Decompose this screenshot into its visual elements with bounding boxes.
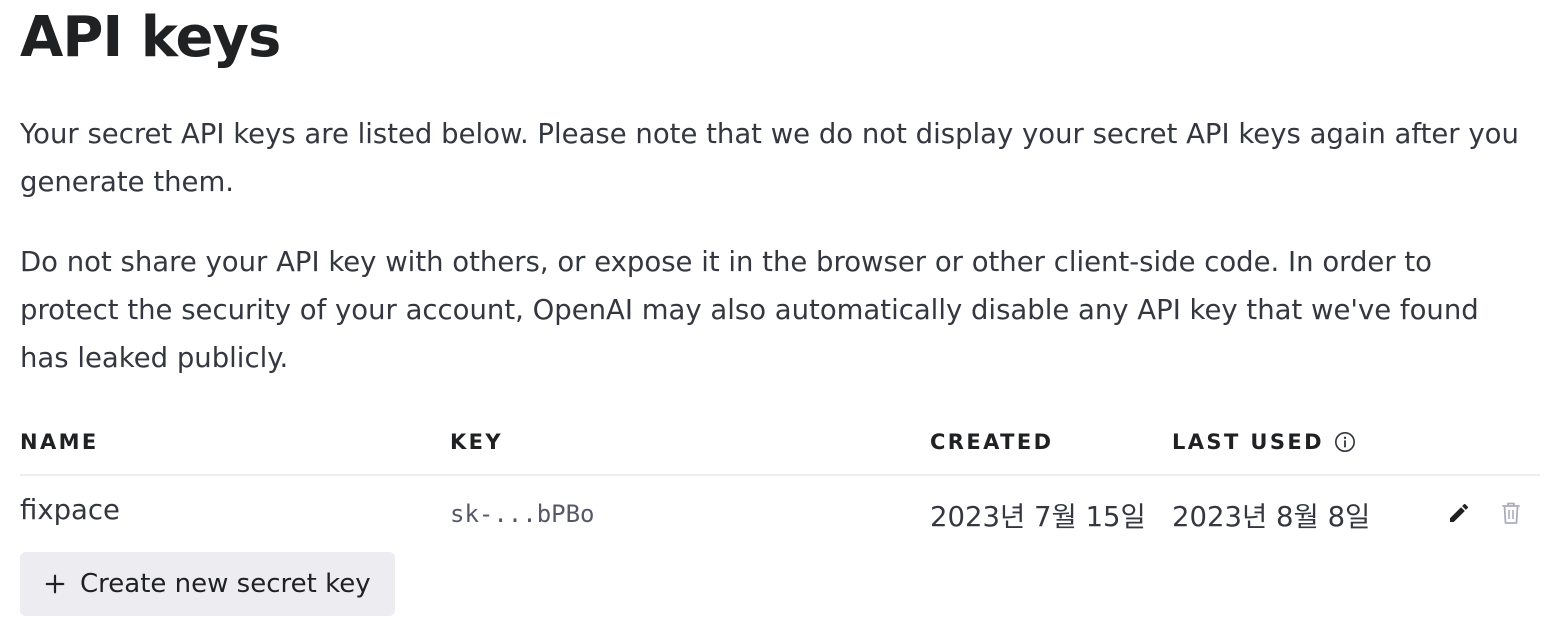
create-new-secret-key-button[interactable]: Create new secret key [20,552,395,616]
key-name: fixpace [20,494,120,526]
column-header-name: NAME [20,430,99,454]
key-last-used-date: 2023년 8월 8일 [1172,501,1371,533]
create-new-secret-key-label: Create new secret key [80,569,371,599]
edit-key-button[interactable] [1446,500,1472,526]
api-keys-table: NAME KEY CREATED LAST USED fixpace sk-..… [20,420,1540,552]
row-actions [1446,500,1524,526]
pencil-icon [1450,503,1469,522]
column-header-created: CREATED [930,430,1054,454]
delete-key-button[interactable] [1498,500,1524,526]
column-header-key: KEY [450,430,504,454]
key-value: sk-...bPBo [450,500,595,528]
table-row: fixpace sk-...bPBo 2023년 7월 15일 2023년 8월… [20,476,1540,552]
column-header-last-used: LAST USED [1172,430,1356,454]
key-created-date: 2023년 7월 15일 [930,501,1146,533]
page-title: API keys [20,5,281,70]
description-paragraph-2: Do not share your API key with others, o… [20,246,1479,374]
description-paragraph-1: Your secret API keys are listed below. P… [20,118,1519,198]
trash-icon [1502,502,1520,524]
table-header: NAME KEY CREATED LAST USED [20,420,1540,476]
info-circle-icon[interactable] [1334,431,1356,453]
plus-icon [45,574,65,594]
column-header-last-used-label: LAST USED [1172,430,1324,454]
